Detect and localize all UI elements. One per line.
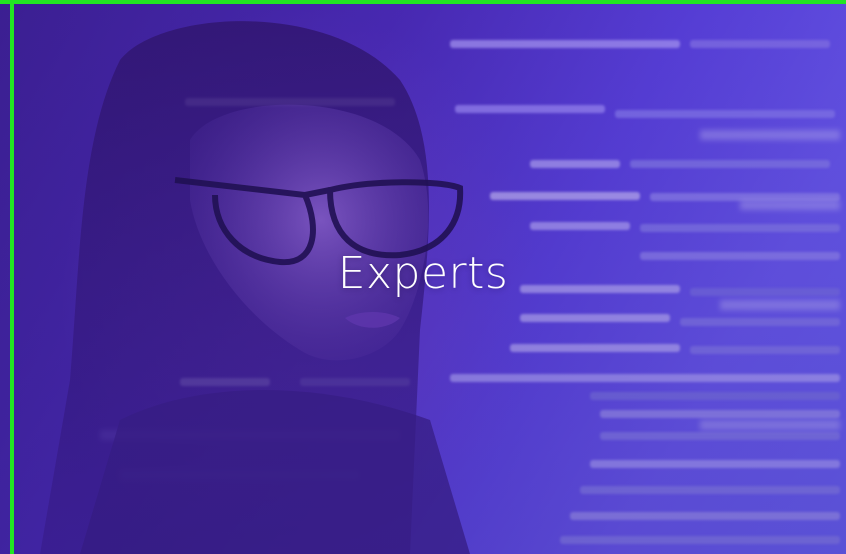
- page-title: Experts: [337, 248, 509, 299]
- hero-banner: Experts: [0, 0, 846, 554]
- frame-border-top: [0, 0, 846, 4]
